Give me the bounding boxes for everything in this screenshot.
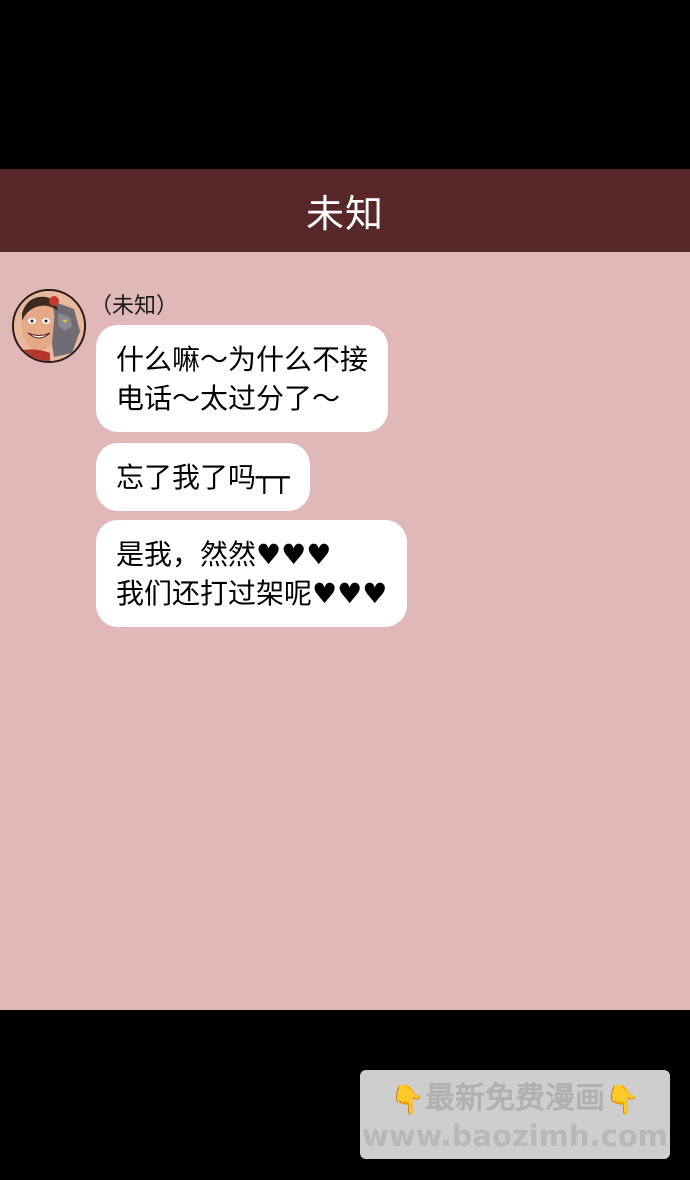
message-bubble[interactable]: 什么嘛～为什么不接 电话～太过分了～ bbox=[96, 325, 389, 432]
chat-header: 未知 bbox=[0, 169, 690, 252]
character-avatar-icon[interactable] bbox=[12, 289, 86, 363]
sender-name: （未知） bbox=[90, 294, 179, 319]
watermark-badge[interactable]: 👇最新免费漫画👇 www.baozimh.com bbox=[360, 1070, 670, 1159]
watermark-url[interactable]: www.baozimh.com bbox=[360, 1119, 670, 1153]
chat-title: 未知 bbox=[305, 192, 384, 236]
message-bubble[interactable]: 忘了我了吗┬┬ bbox=[96, 443, 310, 511]
chat-area[interactable]: （未知） 什么嘛～为什么不接 电话～太过分了～ 忘了我了吗┬┬ 是我，然然♥♥♥… bbox=[0, 252, 690, 1010]
watermark-line1: 👇最新免费漫画👇 bbox=[360, 1080, 670, 1119]
pointing-down-hand-icon: 👇 bbox=[390, 1082, 425, 1116]
pointing-down-hand-icon: 👇 bbox=[605, 1082, 640, 1116]
message-bubble[interactable]: 是我，然然♥♥♥ 我们还打过架呢♥♥♥ bbox=[96, 520, 408, 627]
avatar-illustration bbox=[14, 291, 84, 361]
watermark-text: 最新免费漫画 bbox=[425, 1081, 605, 1116]
top-black-band bbox=[0, 0, 690, 169]
